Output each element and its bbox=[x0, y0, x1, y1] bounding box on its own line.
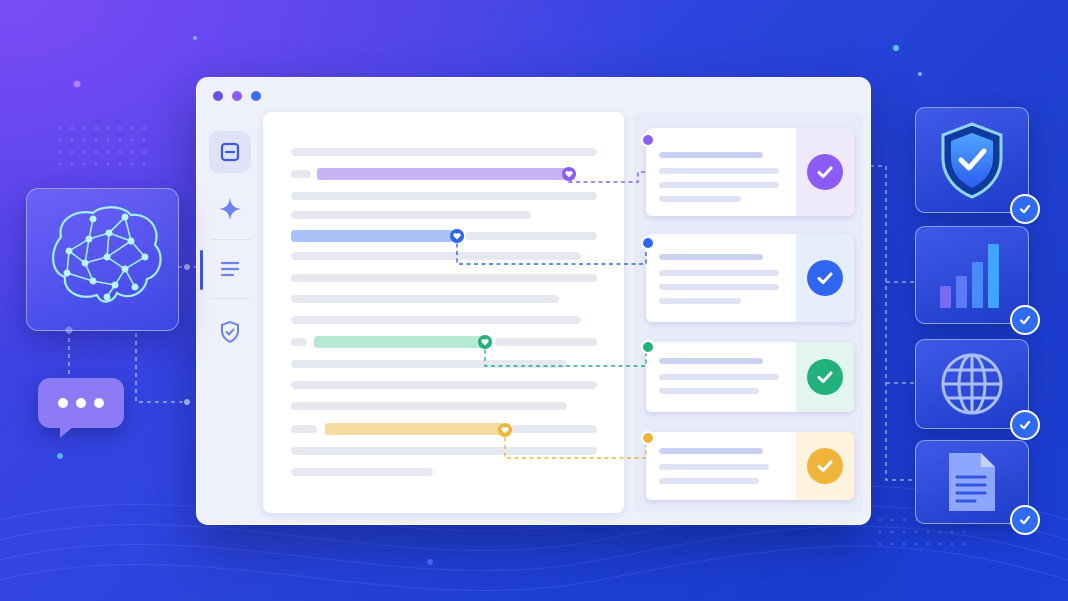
check-badge-icon bbox=[1010, 194, 1040, 224]
security-tile[interactable] bbox=[915, 107, 1040, 224]
globe-tile[interactable] bbox=[915, 339, 1040, 440]
shield-check-icon bbox=[941, 122, 1003, 199]
app-window bbox=[196, 77, 871, 525]
check-badge-icon bbox=[1010, 505, 1040, 535]
document-tile[interactable] bbox=[915, 440, 1040, 535]
check-badge-icon bbox=[1010, 305, 1040, 335]
typing-dot bbox=[58, 398, 68, 408]
analytics-tile[interactable] bbox=[915, 226, 1040, 335]
ai-brain-widget[interactable] bbox=[26, 188, 179, 331]
typing-dot bbox=[76, 398, 86, 408]
chat-bubble-tail bbox=[60, 426, 74, 438]
typing-dot bbox=[94, 398, 104, 408]
highlight-link-lines bbox=[450, 133, 655, 459]
brain-network-icon bbox=[52, 206, 162, 303]
check-badge-icon bbox=[1010, 410, 1040, 440]
globe-icon bbox=[941, 353, 1003, 415]
chat-bubble-icon[interactable] bbox=[38, 378, 124, 428]
document-icon bbox=[949, 453, 995, 511]
bar-chart-icon bbox=[940, 244, 999, 308]
